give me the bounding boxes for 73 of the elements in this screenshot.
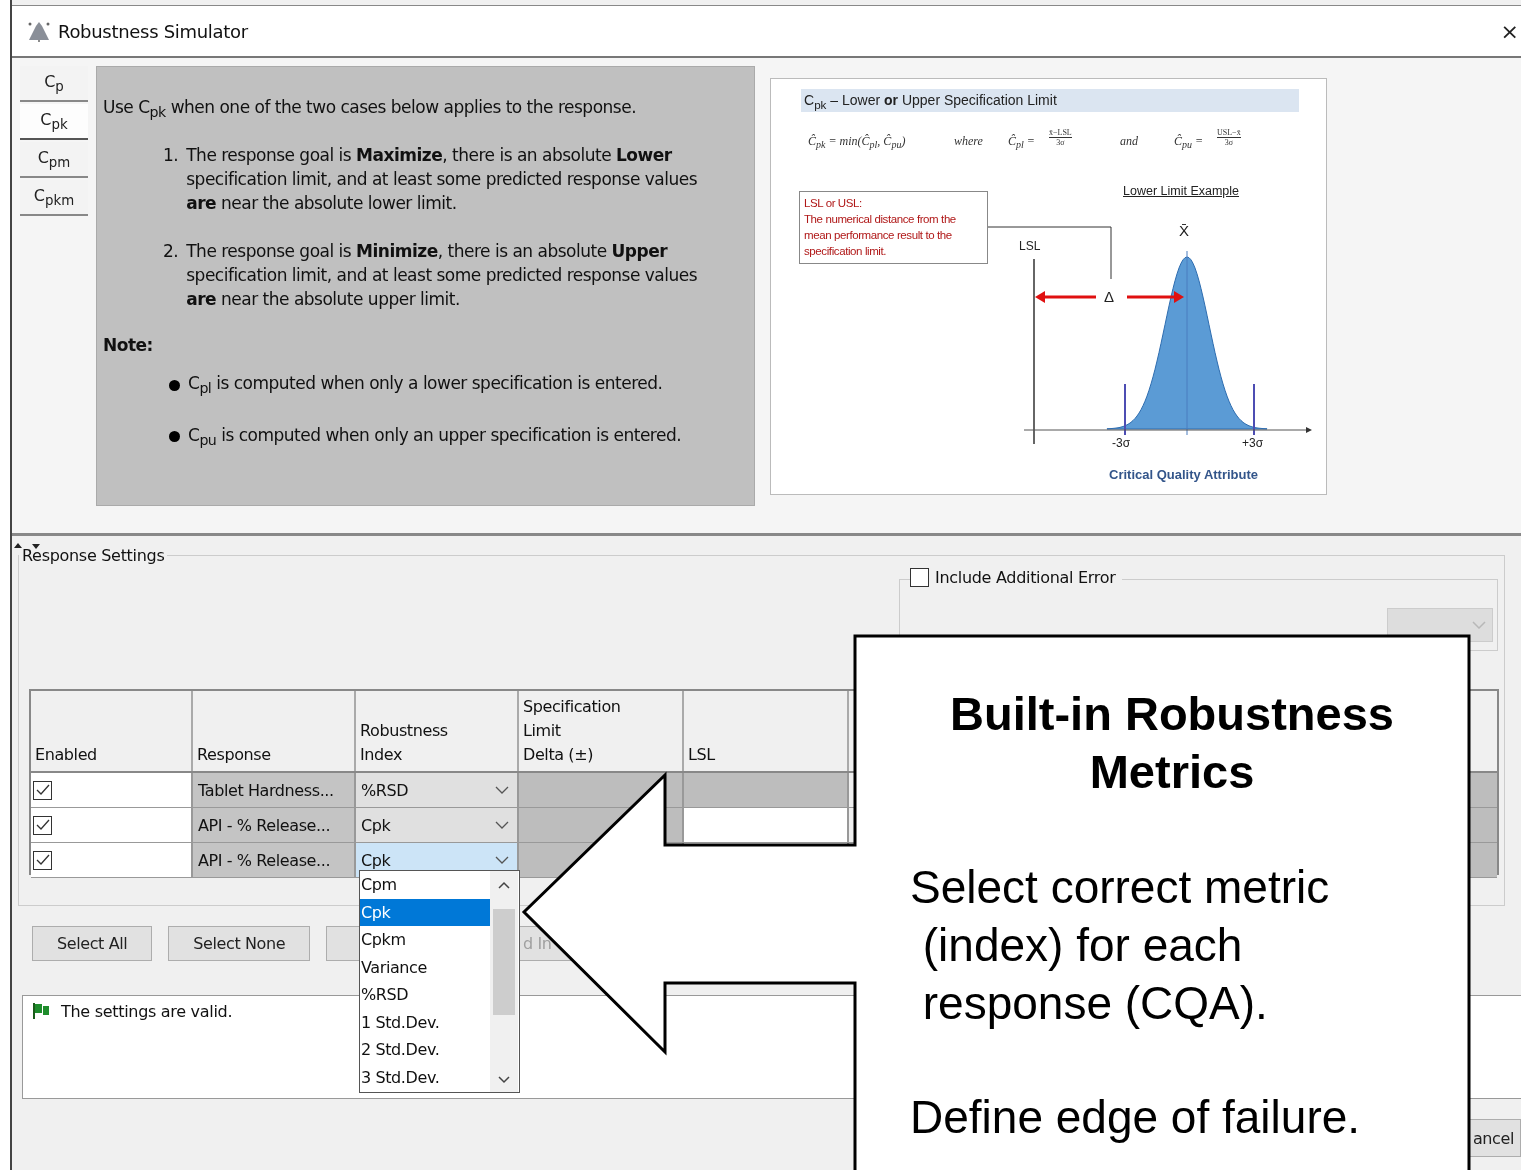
chevron-down-icon [495, 856, 509, 864]
column-header[interactable]: Robustness Index [356, 691, 519, 771]
sigma-label: -3σ [1112, 436, 1131, 450]
dropdown-option[interactable]: 2 Std.Dev. [360, 1036, 490, 1064]
flag-icon [31, 1002, 51, 1020]
column-header[interactable]: Enabled [31, 691, 193, 771]
right-arrow [1127, 291, 1184, 303]
list-number: 1. [163, 144, 179, 168]
index-dropdown[interactable]: %RSD [356, 773, 519, 807]
chevron-down-icon [495, 786, 509, 794]
column-header[interactable]: LSL [684, 691, 849, 771]
help-text: The response goal is Maximize, there is an absolute Lower specification limit, and at least some predicted response values are near the absolute lower limit. [186, 144, 699, 216]
example-title: Lower Limit Example [1123, 184, 1239, 198]
chevron-down-icon [495, 821, 509, 829]
sigma-line [1124, 383, 1126, 436]
bullet-icon [169, 430, 180, 442]
sigma-line [1253, 383, 1255, 436]
scrollbar[interactable] [490, 871, 518, 1092]
table-cell: API - % Release... [193, 808, 356, 842]
formula: Ĉ$_{pu}$ = [1174, 134, 1204, 151]
callout-text: Define edge of failure. [910, 1090, 1361, 1144]
table-cell: API - % Release... [193, 843, 356, 877]
dropdown-option[interactable]: 1 Std.Dev. [360, 1008, 490, 1036]
note-label: Note: [103, 335, 154, 356]
table-cell[interactable] [684, 808, 849, 842]
dropdown-option[interactable]: Cpk [360, 898, 490, 926]
formula: Ĉ$_{pl}$ = [1008, 134, 1035, 151]
sigma-label: +3σ [1242, 436, 1264, 450]
table-cell: Tablet Hardness... [193, 773, 356, 807]
bullet-icon [169, 379, 180, 391]
action-button[interactable]: Select None [168, 926, 311, 961]
close-button[interactable]: × [1500, 18, 1521, 44]
delta-label: Δ [1104, 288, 1115, 305]
dropdown-option[interactable]: %RSD [360, 981, 490, 1009]
dropdown-option[interactable]: Variance [360, 953, 490, 981]
fraction: x̄−LSL 3σ [1049, 128, 1072, 147]
window-title: Robustness Simulator [58, 20, 248, 42]
left-arrow [1035, 291, 1096, 303]
chevron-up-icon[interactable] [498, 881, 510, 889]
chevron-down-icon[interactable] [498, 1076, 510, 1084]
help-text: C$_{pu}$ is computed when only an upper specification is entered. [188, 424, 682, 449]
app-icon [26, 20, 52, 42]
mean-label: X̄ [1179, 222, 1189, 239]
status-text: The settings are valid. [61, 1002, 233, 1021]
checkbox[interactable] [33, 780, 52, 800]
list-number: 2. [163, 240, 179, 264]
definition-box: LSL or USL: The numerical distance from the mean performance result to the specification limit. [799, 191, 988, 264]
help-text: The response goal is Minimize, there is an absolute Upper specification limit, and at least some predicted response values are near the absolute upper limit. [186, 240, 699, 312]
help-text: C$_{pl}$ is computed when only a lower specification is entered. [188, 373, 663, 397]
column-header[interactable]: Specification Limit Delta (±) [519, 691, 684, 771]
group-title: Response Settings [21, 546, 166, 565]
chevron-down-icon [1472, 621, 1486, 629]
column-header[interactable]: Response [193, 691, 356, 771]
axis-title: Critical Quality Attribute [1109, 467, 1259, 482]
formula: Ĉ$_{pk}$ = min(Ĉ$_{pl}$, Ĉ$_{pu}$) [808, 134, 906, 151]
diagram-heading: C$_{pk}$ – Lower or Upper Specification Limit [801, 89, 1299, 112]
table-cell[interactable] [684, 773, 849, 807]
fraction: USL−x̄ 3σ [1217, 128, 1241, 147]
formula-word: where [954, 134, 983, 149]
help-text: Use C$_{pk}$ when one of the two cases below applies to the response. [103, 97, 638, 121]
callout-text: Select correct metric (index) for each response (CQA). [910, 860, 1330, 1031]
action-button[interactable]: Select All [32, 926, 153, 961]
dropdown-option[interactable]: 3 Std.Dev. [360, 1063, 490, 1091]
checkbox[interactable] [33, 815, 52, 835]
index-dropdown[interactable]: Cpk [356, 808, 519, 842]
metric-tab[interactable]: C$_{pk}$ [20, 104, 88, 140]
dropdown-option[interactable]: Cpkm [360, 926, 490, 954]
lsl-label: LSL [1019, 239, 1041, 253]
callout-title: Built-in Robustness Metrics [949, 686, 1395, 800]
checkbox[interactable] [33, 850, 52, 870]
checkbox[interactable] [910, 568, 929, 587]
formula-word: and [1120, 134, 1138, 149]
checkbox-label: Include Additional Error [935, 568, 1116, 587]
